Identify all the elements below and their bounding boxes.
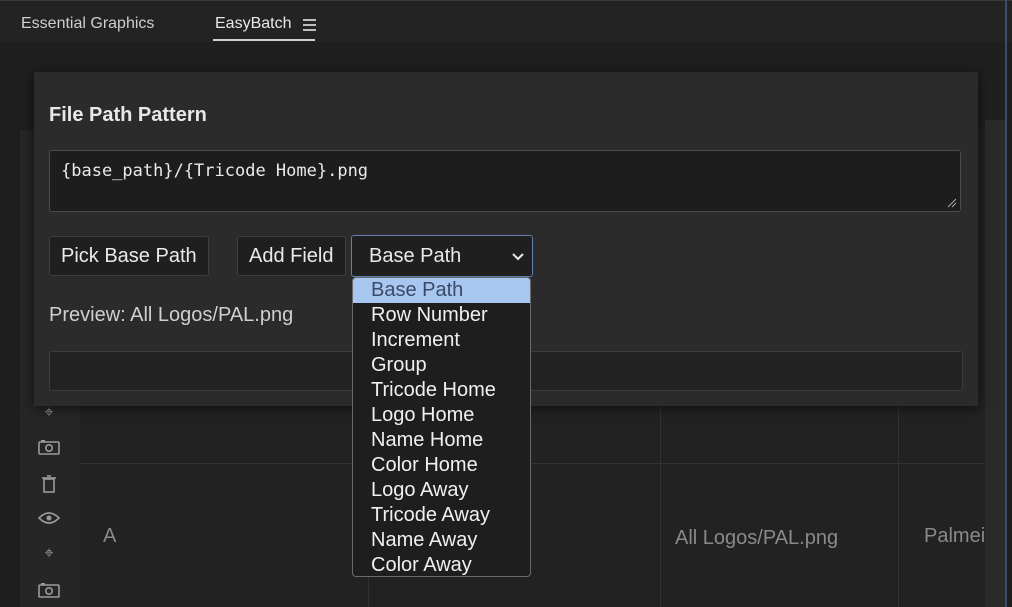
dropdown-option-increment[interactable]: Increment [353, 328, 530, 353]
dropdown-option-logo-home[interactable]: Logo Home [353, 403, 530, 428]
panel-scrollbar[interactable] [985, 120, 1005, 607]
dropdown-option-base-path[interactable]: Base Path [353, 278, 530, 303]
tab-essential-graphics[interactable]: Essential Graphics [21, 15, 154, 33]
add-field-button[interactable]: Add Field [237, 236, 346, 276]
path-pattern-textarea[interactable]: {base_path}/{Tricode Home}.png [49, 150, 961, 212]
target-icon[interactable]: ⌖ [38, 404, 60, 422]
dropdown-option-tricode-away[interactable]: Tricode Away [353, 503, 530, 528]
pick-base-path-button[interactable]: Pick Base Path [49, 236, 209, 276]
dropdown-option-group[interactable]: Group [353, 353, 530, 378]
path-pattern-value: {base_path}/{Tricode Home}.png [61, 161, 369, 181]
dialog-title: File Path Pattern [49, 104, 207, 126]
dropdown-option-row-number[interactable]: Row Number [353, 303, 530, 328]
field-select[interactable]: Base Path [351, 235, 533, 277]
dropdown-option-logo-away[interactable]: Logo Away [353, 478, 530, 503]
dropdown-option-name-home[interactable]: Name Home [353, 428, 530, 453]
dropdown-option-color-away[interactable]: Color Away [353, 553, 530, 576]
target-icon[interactable]: ⌖ [38, 545, 60, 563]
resize-grip-icon[interactable] [947, 198, 957, 208]
path-preview: Preview: All Logos/PAL.png [49, 304, 294, 326]
row-name: Palmei [924, 525, 986, 547]
field-select-dropdown: Base Path Row Number Increment Group Tri… [352, 277, 531, 577]
dropdown-option-name-away[interactable]: Name Away [353, 528, 530, 553]
panel-tab-bar: Essential Graphics EasyBatch [0, 0, 1012, 42]
window-edge [1005, 0, 1007, 607]
dropdown-option-tricode-home[interactable]: Tricode Home [353, 378, 530, 403]
active-tab-indicator [213, 39, 315, 41]
table-row-divider [80, 463, 985, 464]
eye-icon[interactable] [37, 511, 61, 529]
row-letter: A [103, 525, 117, 547]
trash-icon[interactable] [38, 475, 60, 493]
row-file-path: All Logos/PAL.png [675, 527, 839, 549]
camera-icon[interactable] [38, 439, 60, 457]
tab-easybatch[interactable]: EasyBatch [215, 15, 291, 33]
field-select-value: Base Path [369, 245, 462, 267]
panel-menu-icon[interactable] [303, 19, 316, 31]
dropdown-option-color-home[interactable]: Color Home [353, 453, 530, 478]
camera-icon[interactable] [38, 582, 60, 600]
chevron-down-icon [512, 253, 524, 261]
